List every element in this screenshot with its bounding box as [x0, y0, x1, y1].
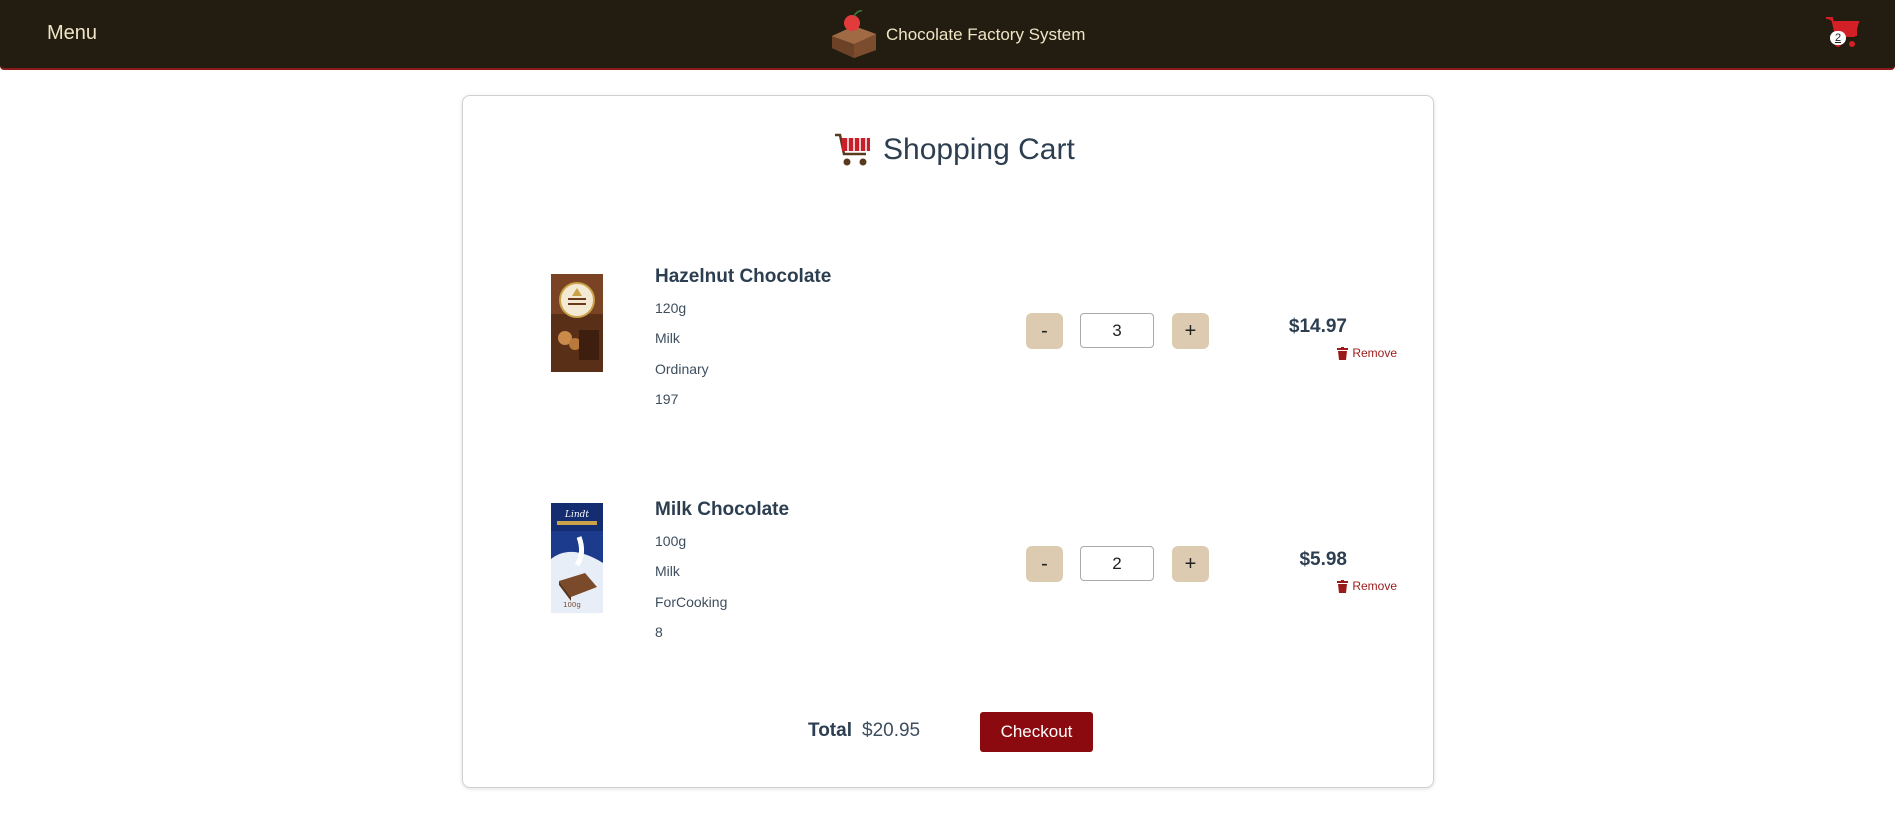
checkout-button[interactable]: Checkout	[980, 712, 1093, 752]
shopping-cart-card: Shopping Cart Hazelnut Chocolate 120g Mi…	[462, 95, 1434, 788]
total-label: Total	[808, 720, 852, 741]
item-price: $5.98	[1299, 549, 1347, 570]
brand[interactable]: Chocolate Factory System	[828, 10, 1085, 60]
page-title: Shopping Cart	[883, 133, 1075, 166]
increase-quantity-button[interactable]: +	[1172, 546, 1209, 582]
svg-text:Lindt: Lindt	[564, 510, 589, 520]
item-weight: 100g	[655, 533, 687, 549]
quantity-input[interactable]	[1080, 313, 1154, 348]
menu-button[interactable]: Menu	[47, 22, 97, 45]
increase-quantity-button[interactable]: +	[1172, 313, 1209, 349]
total-value: $20.95	[862, 720, 921, 741]
product-image: Lindt 100g	[551, 503, 603, 613]
item-name: Milk Chocolate	[655, 499, 790, 520]
item-category: ForCooking	[655, 594, 728, 610]
cart-item: Hazelnut Chocolate 120g Milk Ordinary 19…	[463, 266, 1433, 446]
item-stock: 197	[655, 391, 679, 407]
quantity-input[interactable]	[1080, 546, 1154, 581]
trash-icon	[1337, 579, 1349, 593]
item-stock: 8	[655, 624, 663, 640]
item-weight: 120g	[655, 300, 687, 316]
trash-icon	[1337, 346, 1349, 360]
chocolate-cake-icon	[832, 10, 876, 58]
item-price: $14.97	[1288, 316, 1347, 337]
cart-heading: Shopping Cart	[833, 132, 1075, 168]
item-category: Ordinary	[655, 361, 709, 377]
remove-label: Remove	[1352, 579, 1397, 593]
cart-count-badge: 2	[1830, 31, 1846, 45]
decrease-quantity-button[interactable]: -	[1026, 313, 1063, 349]
decrease-quantity-button[interactable]: -	[1026, 546, 1063, 582]
nav-cart-button[interactable]: 2	[1824, 16, 1860, 50]
svg-text:100g: 100g	[563, 601, 581, 609]
item-type: Milk	[655, 563, 680, 579]
remove-label: Remove	[1352, 346, 1397, 360]
item-type: Milk	[655, 330, 680, 346]
product-image	[551, 274, 603, 372]
shopping-cart-icon	[835, 133, 870, 166]
cart-item: Lindt 100g Milk Chocolate 100g Milk ForC…	[463, 499, 1433, 679]
remove-button[interactable]: Remove	[1337, 346, 1397, 360]
brand-title: Chocolate Factory System	[886, 25, 1086, 44]
remove-button[interactable]: Remove	[1337, 579, 1397, 593]
item-name: Hazelnut Chocolate	[655, 266, 832, 287]
top-navbar: Menu Chocolate Factory System 2	[0, 0, 1895, 70]
